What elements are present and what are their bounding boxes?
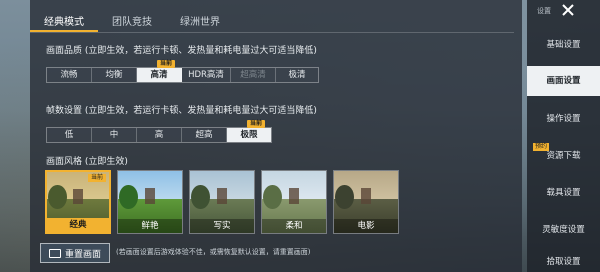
reset-icon [48,248,61,258]
style-card-label: 柔和 [262,219,326,233]
sidebar-item-basic[interactable]: 基础设置 [527,30,600,60]
reset-graphics-button[interactable]: 重置画面 [40,243,110,263]
tab-classic[interactable]: 经典模式 [30,10,98,32]
sidebar-item-pickup[interactable]: 拾取设置 [527,252,600,272]
quality-title: 画面品质 (立即生效，若运行卡顿、发热量和耗电量过大可适当降低) [46,46,317,56]
quality-option-hd[interactable]: 高清 当前 [137,60,182,82]
framerate-title: 帧数设置 (立即生效，若运行卡顿、发热量和耗电量过大可适当降低) [46,106,317,116]
current-badge: 当前 [87,174,106,182]
settings-sidebar: 设置 基础设置 画面设置 操作设置 预约 资源下载 载具设置 灵敏度设置 拾取设… [527,0,600,272]
framerate-selector: 低 中 高 超高 极限 当前 [46,120,272,143]
sidebar-item-sensitivity[interactable]: 灵敏度设置 [527,215,600,245]
sidebar-item-vehicle[interactable]: 载具设置 [527,178,600,208]
style-card-cinema[interactable]: 电影 [333,170,399,234]
framerate-option-extreme-label: 极限 [240,130,258,140]
quality-option-balanced[interactable]: 均衡 [92,68,137,82]
sidebar-item-controls[interactable]: 操作设置 [527,104,600,134]
quality-option-hdr[interactable]: HDR高清 [182,68,231,82]
style-card-label: 鲜艳 [118,219,182,233]
quality-option-smooth[interactable]: 流畅 [47,68,92,82]
framerate-option-ultra[interactable]: 超高 [182,128,227,142]
style-card-label: 电影 [334,219,398,233]
reset-note: (若画面设置后游戏体验不佳，或需恢复默认设置，请重置画面) [116,248,311,256]
current-badge: 当前 [246,120,265,128]
sidebar-header: 设置 [527,0,600,22]
framerate-option-high[interactable]: 高 [137,128,182,142]
quality-option-extreme[interactable]: 极清 [276,68,318,82]
tab-divider [30,32,514,33]
close-icon[interactable] [560,2,576,18]
framerate-option-mid[interactable]: 中 [92,128,137,142]
style-title: 画面风格 (立即生效) [46,157,128,167]
framerate-option-low[interactable]: 低 [47,128,92,142]
tab-oasis[interactable]: 绿洲世界 [166,10,234,32]
quality-option-ultra: 超高清 [231,68,276,82]
current-badge: 当前 [156,60,175,68]
framerate-option-extreme[interactable]: 极限 当前 [227,120,271,142]
reset-button-label: 重置画面 [64,249,101,260]
style-card-label: 经典 [47,218,109,232]
reserve-tag: 预约 [533,143,550,151]
style-card-label: 写实 [190,219,254,233]
mode-tabs: 经典模式 团队竞技 绿洲世界 [30,10,234,32]
quality-selector: 流畅 均衡 高清 当前 HDR高清 超高清 极清 [46,60,319,83]
tab-team[interactable]: 团队竞技 [98,10,166,32]
style-card-classic[interactable]: 当前 经典 [45,170,111,234]
style-card-realistic[interactable]: 写实 [189,170,255,234]
style-card-vivid[interactable]: 鲜艳 [117,170,183,234]
style-card-soft[interactable]: 柔和 [261,170,327,234]
quality-option-hd-label: 高清 [150,70,168,80]
style-cards: 当前 经典 鲜艳 写实 柔和 电影 [45,170,399,234]
sidebar-item-downloads[interactable]: 预约 资源下载 [527,141,600,171]
sidebar-item-graphics[interactable]: 画面设置 [527,66,600,96]
sidebar-item-downloads-label: 资源下载 [546,151,581,161]
sidebar-header-label: 设置 [537,7,551,15]
